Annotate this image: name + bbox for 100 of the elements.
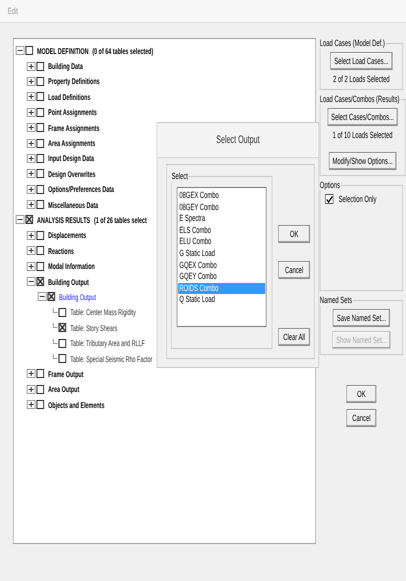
clear-all-button[interactable]: Clear All: [278, 328, 310, 346]
checkbox[interactable]: [36, 92, 44, 102]
checkbox[interactable]: [58, 338, 66, 348]
save-named-set-button[interactable]: Save Named Set...: [332, 309, 390, 327]
tree-item[interactable]: Miscellaneous Data: [48, 200, 98, 210]
plus-icon[interactable]: [26, 184, 36, 194]
checkbox[interactable]: [36, 384, 44, 394]
checkbox[interactable]: [36, 154, 44, 163]
tree-item[interactable]: Objects and Elements: [48, 400, 104, 410]
tree-item[interactable]: Modal Information: [48, 261, 95, 272]
list-item[interactable]: Q Static Load: [178, 294, 266, 306]
selection-count: (1 of 26 tables select: [94, 214, 147, 225]
plus-icon[interactable]: [26, 369, 36, 378]
tree-item[interactable]: Table: Center Mass Rigidity: [70, 307, 136, 318]
tree-item[interactable]: Property Definitions: [48, 76, 100, 86]
checkbox[interactable]: [36, 62, 44, 71]
tree-item[interactable]: MODEL DEFINITION: [37, 46, 88, 56]
tree-item[interactable]: Building Data: [48, 61, 83, 72]
checkbox[interactable]: [36, 123, 44, 132]
list-item[interactable]: ELU Combo: [178, 236, 266, 248]
select-load-cases-button[interactable]: Select Load Cases...: [330, 52, 392, 70]
dialog-title: Select Output: [216, 134, 260, 146]
minus-icon[interactable]: [16, 215, 25, 224]
checkbox[interactable]: [36, 108, 44, 117]
group-title: Named Sets: [319, 295, 353, 305]
checkbox[interactable]: [58, 354, 66, 363]
tree-item[interactable]: Table: Special Seismic Rho Factor: [70, 354, 152, 364]
select-cases-button[interactable]: Select Cases/Combos...: [327, 108, 398, 126]
check-icon: [326, 196, 332, 202]
checkbox[interactable]: [36, 400, 44, 410]
selection-count: (0 of 64 tables selected): [92, 46, 154, 56]
minus-icon[interactable]: [16, 46, 25, 56]
plus-icon[interactable]: [26, 92, 36, 102]
checkbox[interactable]: [47, 292, 56, 302]
checkbox[interactable]: [36, 262, 44, 271]
plus-icon[interactable]: [26, 76, 36, 86]
checkbox[interactable]: [25, 46, 34, 56]
plus-icon[interactable]: [26, 138, 36, 148]
plus-icon[interactable]: [26, 230, 36, 240]
list-item[interactable]: E Spectra: [178, 213, 266, 225]
tree-item[interactable]: Point Assignments: [48, 107, 97, 118]
tree-item[interactable]: Table: Story Shears: [70, 322, 118, 333]
checkbox[interactable]: [36, 138, 44, 148]
ok-button[interactable]: OK: [346, 385, 376, 403]
group-title: Load Cases/Combos (Results): [319, 94, 400, 104]
tree-item[interactable]: Area Assignments: [48, 138, 96, 148]
checkbox-label: Selection Only: [338, 194, 376, 204]
checkbox[interactable]: [25, 215, 34, 224]
checkbox[interactable]: [36, 169, 44, 178]
list-item[interactable]: GQEY Combo: [178, 271, 266, 283]
tree-item[interactable]: Load Definitions: [48, 92, 90, 102]
checkbox[interactable]: [36, 230, 44, 240]
checkbox[interactable]: [36, 76, 44, 86]
plus-icon[interactable]: [26, 123, 36, 132]
tree-item[interactable]: Frame Assignments: [48, 122, 100, 133]
tree-item[interactable]: Building Output: [59, 292, 96, 302]
window-title: Edit: [8, 6, 18, 16]
minus-icon[interactable]: [26, 277, 36, 286]
cancel-button[interactable]: Cancel: [278, 261, 310, 279]
tree-item[interactable]: Reactions: [48, 246, 74, 256]
checkbox[interactable]: [36, 277, 44, 286]
tree-item[interactable]: Table: Tributary Area and RLLF: [70, 338, 145, 348]
list-item[interactable]: 08GEX Combo: [178, 190, 266, 202]
list-item[interactable]: GQEX Combo: [178, 260, 266, 272]
checkbox[interactable]: [36, 369, 44, 378]
plus-icon[interactable]: [26, 200, 36, 210]
checkbox[interactable]: [325, 194, 334, 204]
plus-icon[interactable]: [26, 62, 36, 71]
plus-icon[interactable]: [26, 154, 36, 163]
plus-icon[interactable]: [26, 169, 36, 178]
list-item[interactable]: ELS Combo: [178, 224, 266, 236]
checkbox[interactable]: [36, 184, 44, 194]
checkbox[interactable]: [58, 308, 66, 317]
tree-item[interactable]: Input Design Data: [48, 153, 94, 164]
group-title: Load Cases (Model Def.): [319, 38, 386, 48]
plus-icon[interactable]: [26, 246, 36, 256]
tree-item[interactable]: Options/Preferences Data: [48, 184, 114, 194]
plus-icon[interactable]: [26, 400, 36, 410]
cancel-button[interactable]: Cancel: [346, 409, 376, 427]
tree-item[interactable]: ANALYSIS RESULTS: [37, 214, 90, 225]
loads-selected-text: 2 of 2 Loads Selected: [333, 74, 390, 84]
checkbox[interactable]: [58, 323, 66, 332]
tree-item[interactable]: Frame Output: [48, 368, 84, 379]
plus-icon[interactable]: [26, 384, 36, 394]
tree-item[interactable]: Displacements: [48, 230, 86, 240]
tree-item[interactable]: Design Overwrites: [48, 168, 96, 179]
list-item[interactable]: 08GEY Combo: [178, 202, 266, 214]
group-title: Options: [319, 180, 341, 190]
plus-icon[interactable]: [26, 262, 36, 271]
ok-button[interactable]: OK: [278, 225, 310, 243]
minus-icon[interactable]: [38, 292, 47, 302]
tree-item[interactable]: Building Output: [48, 276, 89, 287]
modify-options-button[interactable]: Modify/Show Options...: [328, 152, 397, 170]
checkbox[interactable]: [36, 246, 44, 256]
tree-item[interactable]: Area Output: [48, 384, 80, 394]
list-item[interactable]: G Static Load: [178, 248, 266, 260]
plus-icon[interactable]: [26, 108, 36, 117]
loads-selected-text: 1 of 10 Loads Selected: [332, 130, 392, 140]
checkbox[interactable]: [36, 200, 44, 210]
group-title: Select: [170, 171, 188, 181]
